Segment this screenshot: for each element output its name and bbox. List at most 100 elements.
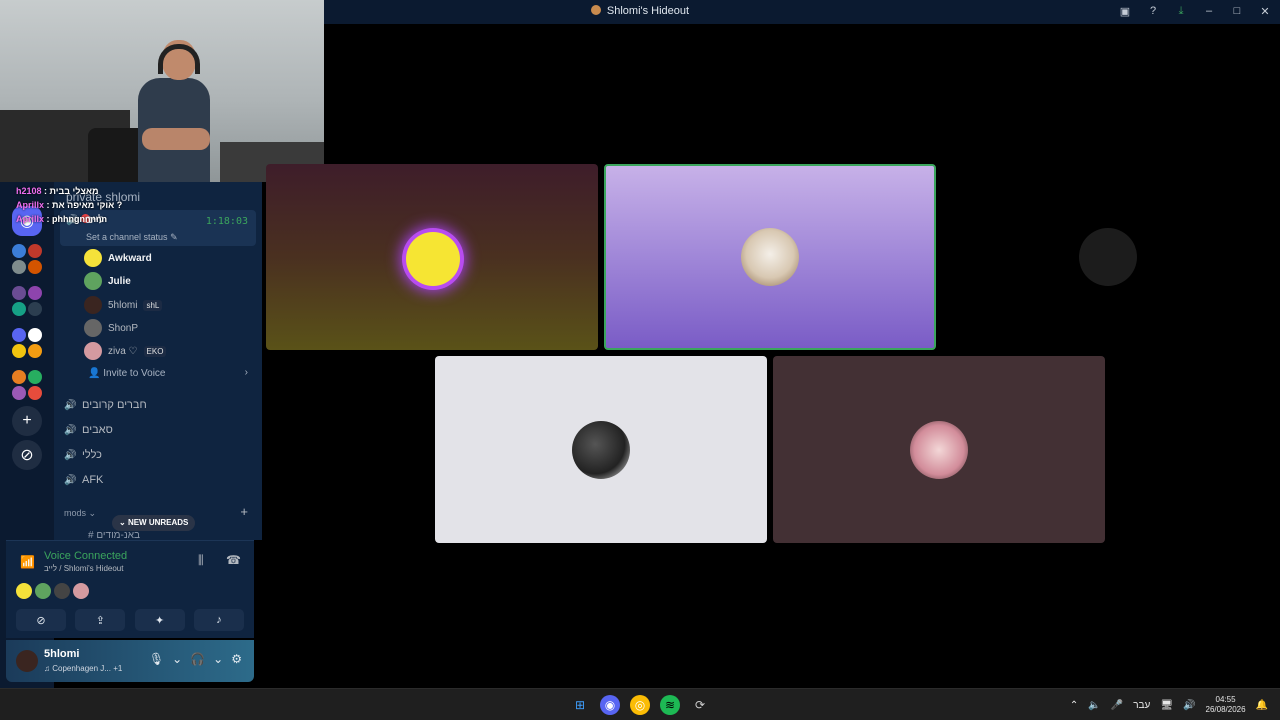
chrome-icon[interactable]: ◎ [630,695,650,715]
participant-avatar [1079,228,1137,286]
system-tray: ⌃ 🔈 🎤 עבר 🖥 🔊 04:55 26/08/2026 🔔 [1070,695,1268,715]
chat-message: h2108 : מאצלי בבית [16,186,99,196]
camera-off-icon[interactable]: ⊘ [16,609,66,631]
discord-icon[interactable]: ◉ [600,695,620,715]
speaker-icon: 🔊 [64,399,77,411]
download-icon[interactable]: ⤓ [1174,4,1188,18]
chat-message: Aprillx : אוקי מאיפה את ? [16,200,123,210]
member-tag: shL [143,299,163,311]
clock[interactable]: 04:55 26/08/2026 [1206,695,1246,715]
speaker-icon: 🔊 [64,424,77,436]
taskbar-apps: ⊞ ◉ ◎ ≋ ⟳ [570,695,710,715]
voice-timer: 1:18:03 [205,216,248,227]
avatar [84,319,102,337]
video-tile[interactable] [435,356,767,543]
noise-suppression-icon[interactable]: ⫼ [198,553,204,568]
disconnect-icon[interactable]: ☎ [226,553,241,567]
language-indicator[interactable]: עבר [1133,700,1150,711]
activities-icon[interactable]: ✦ [134,609,185,631]
participant-avatar [741,228,799,286]
chevron-down-icon[interactable]: ⌄ [213,652,223,666]
microphone-icon[interactable]: 🎤 [1111,700,1123,711]
microphone-icon[interactable]: 🎙 [149,652,164,666]
webcam-overlay [0,0,324,182]
voice-channel[interactable]: 🔊 AFK [64,470,103,490]
windows-start-icon[interactable]: ⊞ [570,695,590,715]
add-server-icon[interactable]: + [12,406,42,436]
video-tile[interactable] [773,356,1105,543]
invite-icon: 👤 [88,368,101,379]
avatar [84,342,102,360]
voice-actions: ⊘ ⇪ ✦ ♪ [16,609,244,631]
chevron-down-icon[interactable]: ⌄ [172,652,182,666]
help-icon[interactable]: ? [1146,4,1160,18]
server-folder-1[interactable] [12,244,42,274]
channel-list: private shlomi 🔊 לייב 1:18:03 Set a chan… [54,182,262,540]
maximize-button[interactable]: □ [1230,4,1244,18]
avatar [84,272,102,290]
taskbar: ⊞ ◉ ◎ ≋ ⟳ ⌃ 🔈 🎤 עבר 🖥 🔊 04:55 26/08/2026… [0,688,1280,720]
signal-icon: 📶 [20,555,35,569]
avatar [84,249,102,267]
server-folder-2[interactable] [12,286,42,316]
discover-icon[interactable]: ⊘ [12,440,42,470]
network-icon[interactable]: 🖥 [1160,700,1173,711]
headset-icon [158,44,200,74]
title-bar-controls: ▣ ? ⤓ – □ ✕ [1118,4,1272,18]
server-folder-4[interactable] [12,370,42,400]
volume-icon[interactable]: 🔊 [1183,700,1195,711]
user-activity: ♫ Copenhagen J... +1 [44,664,123,673]
avatar[interactable] [35,583,51,599]
voice-avatars [16,583,89,599]
new-unreads-button[interactable]: ⌄ NEW UNREADS [112,515,196,531]
voice-member[interactable]: ziva ♡ EKO [84,341,167,361]
notification-icon[interactable]: 🔔 [1256,700,1268,711]
server-folder-3[interactable] [12,328,42,358]
video-tile[interactable] [604,164,936,350]
category-mods[interactable]: mods ⌄ [64,508,96,519]
channel-status[interactable]: Set a channel status ✎ [86,232,178,243]
avatar[interactable] [54,583,70,599]
text-channel[interactable]: # באנ-מודים [88,530,140,540]
user-panel: 5hlomi ♫ Copenhagen J... +1 🎙 ⌄ 🎧 ⌄ ⚙ [6,640,254,682]
participant-avatar [572,421,630,479]
server-icon [590,5,601,15]
avatar[interactable] [16,583,32,599]
add-channel-icon[interactable]: + [240,504,248,519]
speaker-icon[interactable]: 🔈 [1088,700,1100,711]
inbox-icon[interactable]: ▣ [1118,4,1132,18]
avatar[interactable] [73,583,89,599]
invite-to-voice-button[interactable]: 👤 Invite to Voice › [88,367,248,379]
close-button[interactable]: ✕ [1258,4,1272,18]
voice-member[interactable]: ShonP [84,318,138,338]
spotify-icon[interactable]: ≋ [660,695,680,715]
headphones-icon[interactable]: 🎧 [190,652,205,666]
voice-channel[interactable]: 🔊 סאבים [64,420,113,440]
voice-channel[interactable]: 🔊 כללי [64,445,102,465]
voice-member[interactable]: Julie [84,271,131,291]
member-tag: EKO [143,345,167,357]
participant-avatar [910,421,968,479]
participant-avatar [406,232,460,286]
voice-member[interactable]: 5hlomi shL [84,295,163,315]
soundboard-icon[interactable]: ♪ [193,609,244,631]
avatar [84,296,102,314]
speaker-icon: 🔊 [64,449,77,461]
pencil-icon: ✎ [170,232,178,242]
video-tile[interactable] [266,164,598,350]
speaker-icon: 🔊 [64,474,77,486]
stream-chat-overlay: h2108 : מאצלי בבית Aprillx : אוקי מאיפה … [16,184,136,226]
screen-share-icon[interactable]: ⇪ [75,609,126,631]
chevron-right-icon: › [244,367,248,378]
avatar[interactable] [16,650,38,672]
voice-channel[interactable]: 🔊 חברים קרובים [64,395,147,415]
chevron-up-icon[interactable]: ⌃ [1070,700,1078,711]
settings-gear-icon[interactable]: ⚙ [231,652,242,666]
video-tile[interactable] [942,164,1274,350]
voice-member[interactable]: Awkward [84,248,152,268]
minimize-button[interactable]: – [1202,4,1216,18]
app-icon[interactable]: ⟳ [690,695,710,715]
user-controls: 🎙 ⌄ 🎧 ⌄ ⚙ [149,652,242,666]
chevron-down-icon: ⌄ [88,508,97,518]
chat-message: Aprillx : phhngnnnnn [16,214,107,224]
